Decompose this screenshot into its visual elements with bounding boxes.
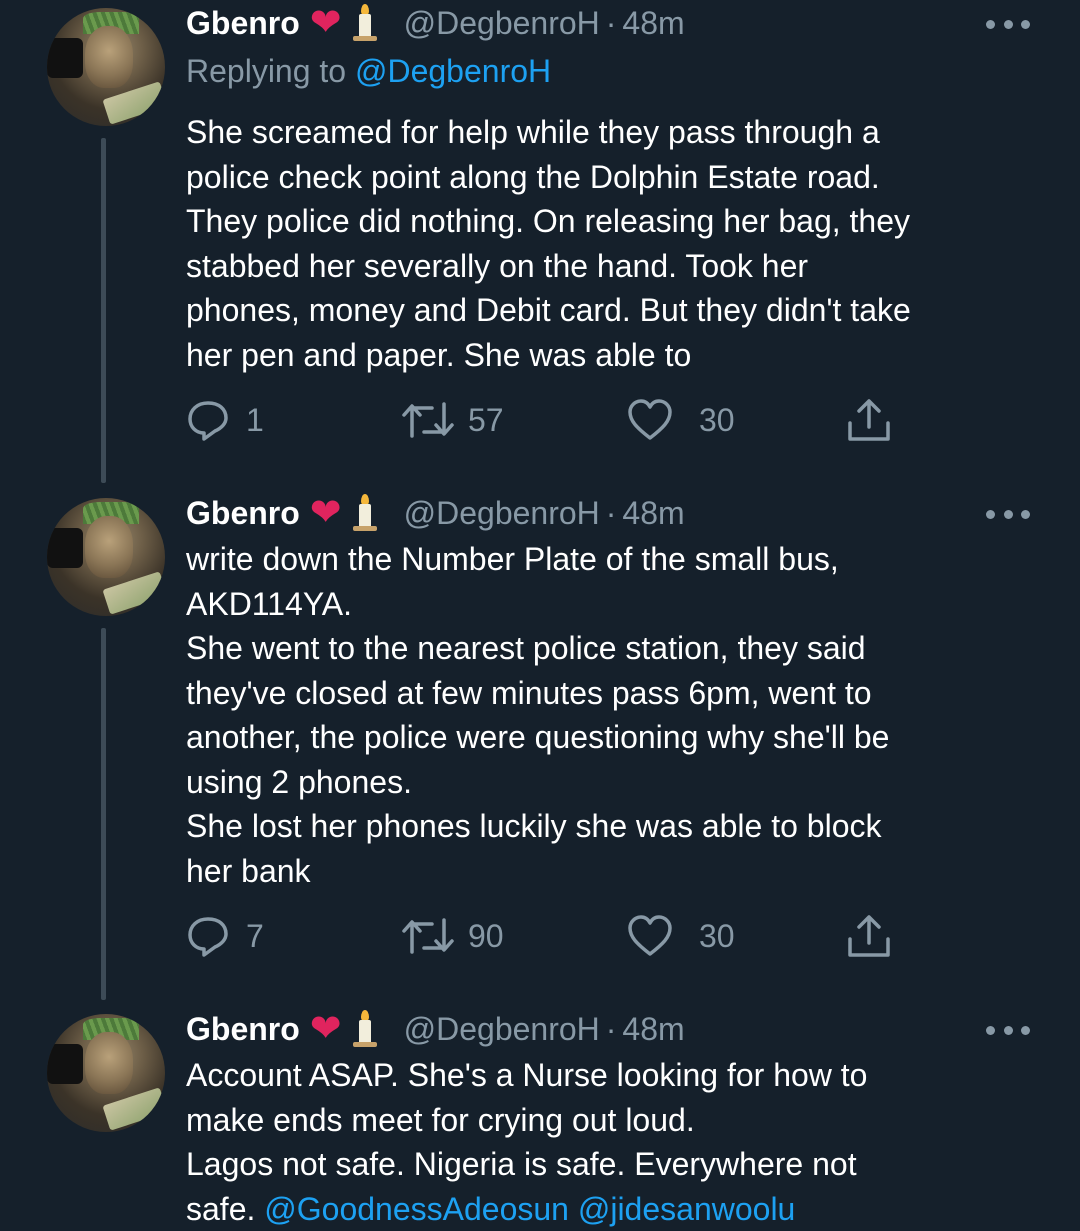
tweet-3[interactable]: Gbenro ❤ @DegbenroH · 48m Account ASAP. … [0,1006,1080,1227]
share-button[interactable] [846,911,892,961]
author-handle[interactable]: @DegbenroH [404,495,600,532]
candle-emoji [350,494,380,532]
retweet-count: 90 [468,917,504,954]
like-count: 30 [699,401,735,438]
candle-emoji [350,4,380,42]
heart-emoji: ❤ [309,1008,342,1050]
more-icon[interactable] [986,508,1030,520]
mention-link[interactable]: @GoodnessAdeosun [264,1191,569,1227]
reply-icon [188,401,228,441]
tweet-1[interactable]: Gbenro ❤ @DegbenroH · 48m Replying to @D… [0,0,1080,480]
retweet-icon [402,918,454,954]
reply-button[interactable]: 1 [186,395,264,445]
more-icon[interactable] [986,1024,1030,1036]
timestamp[interactable]: 48m [622,495,684,532]
retweet-button[interactable]: 57 [398,395,504,445]
separator-dot: · [605,4,617,41]
tweet-header: Gbenro ❤ @DegbenroH · 48m [186,1009,685,1049]
like-icon [628,915,672,956]
tweet-text: write down the Number Plate of the small… [186,541,890,889]
mention-link[interactable]: @jidesanwoolu [578,1191,796,1227]
avatar[interactable] [47,1014,165,1132]
author-name[interactable]: Gbenro [186,1011,300,1048]
share-button[interactable] [846,395,892,445]
separator-dot: · [605,1010,617,1047]
like-button[interactable]: 30 [627,395,735,445]
retweet-icon [402,402,454,438]
author-handle[interactable]: @DegbenroH [404,1011,600,1048]
reply-icon [188,917,228,957]
reply-count: 1 [246,401,264,438]
tweet-header: Gbenro ❤ @DegbenroH · 48m [186,493,685,533]
timestamp[interactable]: 48m [622,1011,684,1048]
candle-emoji [350,1010,380,1048]
heart-emoji: ❤ [309,2,342,44]
like-count: 30 [699,917,735,954]
author-name[interactable]: Gbenro [186,5,300,42]
retweet-count: 57 [468,401,504,438]
heart-emoji: ❤ [309,492,342,534]
replying-prefix: Replying to [186,53,347,89]
tweet-header: Gbenro ❤ @DegbenroH · 48m [186,3,685,43]
reply-button[interactable]: 7 [186,911,264,961]
tweet-text: Account ASAP. She's a Nurse looking for … [186,1053,1046,1231]
replying-handle-link[interactable]: @DegbenroH [355,53,551,89]
separator-dot: · [605,494,617,531]
tweet-actions: 1 57 30 [186,395,906,445]
like-button[interactable]: 30 [627,911,735,961]
more-icon[interactable] [986,18,1030,30]
author-name[interactable]: Gbenro [186,495,300,532]
tweet-text: She screamed for help while they pass th… [186,114,911,373]
avatar[interactable] [47,8,165,126]
like-icon [628,399,672,440]
timestamp[interactable]: 48m [622,5,684,42]
replying-to: Replying to @DegbenroH [186,53,551,90]
share-icon [848,915,890,957]
avatar[interactable] [47,498,165,616]
tweet-2[interactable]: Gbenro ❤ @DegbenroH · 48m write down the… [0,490,1080,990]
author-handle[interactable]: @DegbenroH [404,5,600,42]
tweet-actions: 7 90 30 [186,911,906,961]
reply-count: 7 [246,917,264,954]
share-icon [848,399,890,441]
retweet-button[interactable]: 90 [398,911,504,961]
